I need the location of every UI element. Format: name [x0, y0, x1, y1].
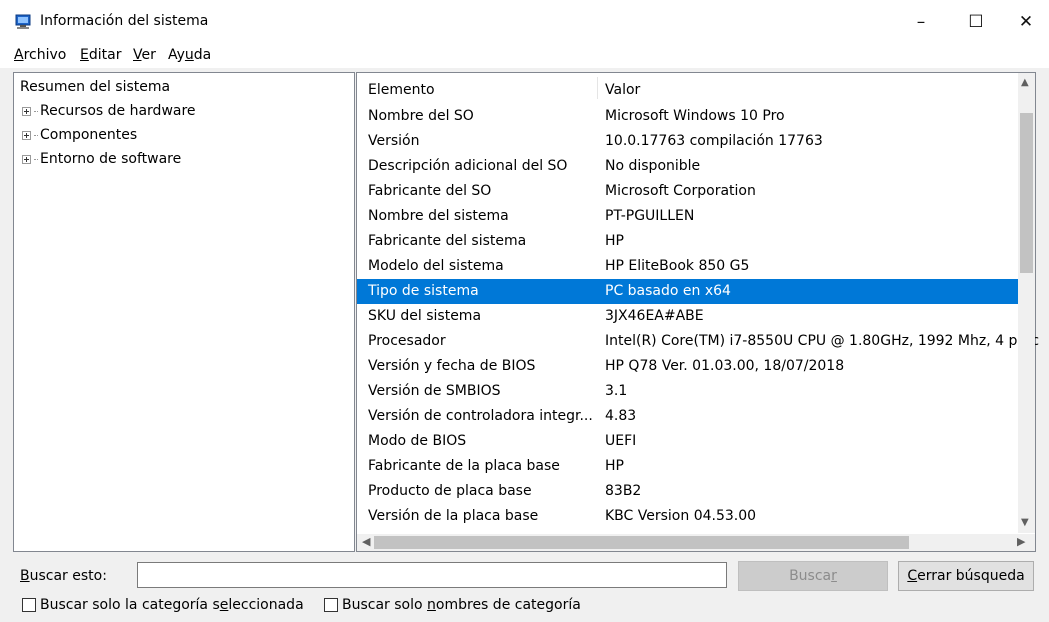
row-value: 3JX46EA#ABE	[605, 308, 704, 324]
horizontal-scrollbar[interactable]: ◀ ▶	[357, 534, 1035, 551]
tree-item-hardware[interactable]: Recursos de hardware	[22, 103, 196, 119]
row-value: No disponible	[605, 158, 701, 174]
row-element: Versión y fecha de BIOS	[368, 358, 536, 374]
row-element: SKU del sistema	[368, 308, 482, 324]
table-row[interactable]: Fabricante de la placa base HP	[357, 454, 1032, 479]
row-element: Fabricante del sistema	[368, 233, 527, 249]
window-title: Información del sistema	[40, 13, 209, 29]
row-element: Producto de placa base	[368, 483, 532, 499]
menu-bar: Archivo Editar Ver Ayuda	[0, 44, 1049, 68]
checkbox-category-names[interactable]: Buscar solo nombres de categoría	[324, 597, 581, 613]
tree-item-root[interactable]: Resumen del sistema	[20, 79, 170, 95]
expand-icon[interactable]	[22, 154, 31, 164]
menu-archivo[interactable]: Archivo	[14, 47, 66, 63]
row-value: HP	[605, 233, 624, 249]
table-row[interactable]: Modo de BIOS UEFI	[357, 429, 1032, 454]
table-row[interactable]: Tipo de sistema PC basado en x64	[357, 279, 1032, 304]
menu-ver[interactable]: Ver	[133, 47, 156, 63]
column-separator[interactable]	[597, 77, 598, 99]
table-row[interactable]: Producto de placa base 83B2	[357, 479, 1032, 504]
row-element: Nombre del sistema	[368, 208, 509, 224]
close-search-button[interactable]: Cerrar búsqueda	[898, 561, 1034, 591]
row-value: HP	[605, 458, 624, 474]
search-input[interactable]	[137, 562, 727, 588]
row-value: PT-PGUILLEN	[605, 208, 695, 224]
row-value: UEFI	[605, 433, 637, 449]
vertical-scrollbar[interactable]: ▲ ▼	[1018, 73, 1035, 533]
row-value: Microsoft Windows 10 Pro	[605, 108, 785, 124]
row-element: Descripción adicional del SO	[368, 158, 568, 174]
scroll-left-icon[interactable]: ◀	[362, 535, 370, 548]
maximize-button[interactable]: ☐	[953, 0, 999, 44]
row-value: 3.1	[605, 383, 628, 399]
tree-item-software[interactable]: Entorno de software	[22, 151, 181, 167]
row-element: Tipo de sistema	[368, 283, 479, 299]
row-element: Versión de controladora integr...	[368, 408, 593, 424]
checkbox-box[interactable]	[22, 598, 36, 612]
row-element: Versión de SMBIOS	[368, 383, 501, 399]
row-value: Microsoft Corporation	[605, 183, 756, 199]
row-value: 4.83	[605, 408, 637, 424]
title-bar: Información del sistema – ☐ ✕	[0, 0, 1049, 44]
table-row[interactable]: Modelo del sistema HP EliteBook 850 G5	[357, 254, 1032, 279]
table-row[interactable]: Nombre del sistema PT-PGUILLEN	[357, 204, 1032, 229]
row-value: Intel(R) Core(TM) i7-8550U CPU @ 1.80GHz…	[605, 333, 1040, 349]
expand-icon[interactable]	[22, 130, 31, 140]
minimize-button[interactable]: –	[898, 0, 944, 44]
details-list[interactable]: Elemento Valor Nombre del SO Microsoft Wi…	[356, 72, 1039, 552]
row-value: HP EliteBook 850 G5	[605, 258, 750, 274]
tree-item-components[interactable]: Componentes	[22, 127, 137, 143]
row-element: Fabricante de la placa base	[368, 458, 560, 474]
tree-connector	[34, 158, 38, 160]
row-element: Versión	[368, 133, 420, 149]
row-element: Modo de BIOS	[368, 433, 467, 449]
row-value: 10.0.17763 compilación 17763	[605, 133, 823, 149]
category-tree[interactable]: Resumen del sistema Recursos de hardware…	[13, 72, 355, 552]
table-row[interactable]: Nombre del SO Microsoft Windows 10 Pro	[357, 104, 1032, 129]
close-button[interactable]: ✕	[1003, 0, 1049, 44]
checkbox-selected-category[interactable]: Buscar solo la categoría seleccionada	[22, 597, 304, 613]
row-value: PC basado en x64	[605, 283, 731, 299]
row-element: Fabricante del SO	[368, 183, 492, 199]
expand-icon[interactable]	[22, 106, 31, 116]
row-value: HP Q78 Ver. 01.03.00, 18/07/2018	[605, 358, 845, 374]
table-row[interactable]: SKU del sistema 3JX46EA#ABE	[357, 304, 1032, 329]
horizontal-scroll-thumb[interactable]	[374, 536, 909, 549]
row-value: 83B2	[605, 483, 642, 499]
table-row[interactable]: Versión y fecha de BIOS HP Q78 Ver. 01.03…	[357, 354, 1032, 379]
vertical-scroll-thumb[interactable]	[1020, 113, 1033, 273]
search-button[interactable]: Busca r	[738, 561, 888, 591]
column-header-value[interactable]: Valor	[605, 82, 640, 98]
table-row[interactable]: Descripción adicional del SO No disponibl…	[357, 154, 1032, 179]
row-element: Procesador	[368, 333, 446, 349]
table-row[interactable]: Versión de controladora integr... 4.83	[357, 404, 1032, 429]
table-row[interactable]: Procesador Intel(R) Core(TM) i7-8550U CPU…	[357, 329, 1039, 354]
close-icon: ✕	[1018, 12, 1034, 32]
maximize-icon: ☐	[968, 12, 984, 32]
system-info-icon	[15, 14, 31, 29]
table-row[interactable]: Fabricante del sistema HP	[357, 229, 1032, 254]
scroll-down-icon[interactable]: ▼	[1021, 517, 1029, 528]
search-label: Buscar esto:	[20, 568, 107, 584]
column-header-element[interactable]: Elemento	[368, 82, 435, 98]
menu-ayuda[interactable]: Ayuda	[168, 47, 211, 63]
row-value: KBC Version 04.53.00	[605, 508, 757, 524]
checkbox-box[interactable]	[324, 598, 338, 612]
row-element: Modelo del sistema	[368, 258, 504, 274]
row-element: Versión de la placa base	[368, 508, 539, 524]
row-element: Nombre del SO	[368, 108, 474, 124]
scroll-right-icon[interactable]: ▶	[1017, 535, 1025, 548]
table-row[interactable]: Versión 10.0.17763 compilación 17763	[357, 129, 1032, 154]
tree-connector	[34, 110, 38, 112]
scroll-up-icon[interactable]: ▲	[1021, 77, 1029, 88]
tree-connector	[34, 134, 38, 136]
table-row[interactable]: Fabricante del SO Microsoft Corporation	[357, 179, 1032, 204]
minimize-icon: –	[916, 12, 926, 32]
table-row[interactable]: Versión de la placa base KBC Version 04.5…	[357, 504, 1032, 529]
table-row[interactable]: Versión de SMBIOS 3.1	[357, 379, 1032, 404]
menu-editar[interactable]: Editar	[80, 47, 121, 63]
